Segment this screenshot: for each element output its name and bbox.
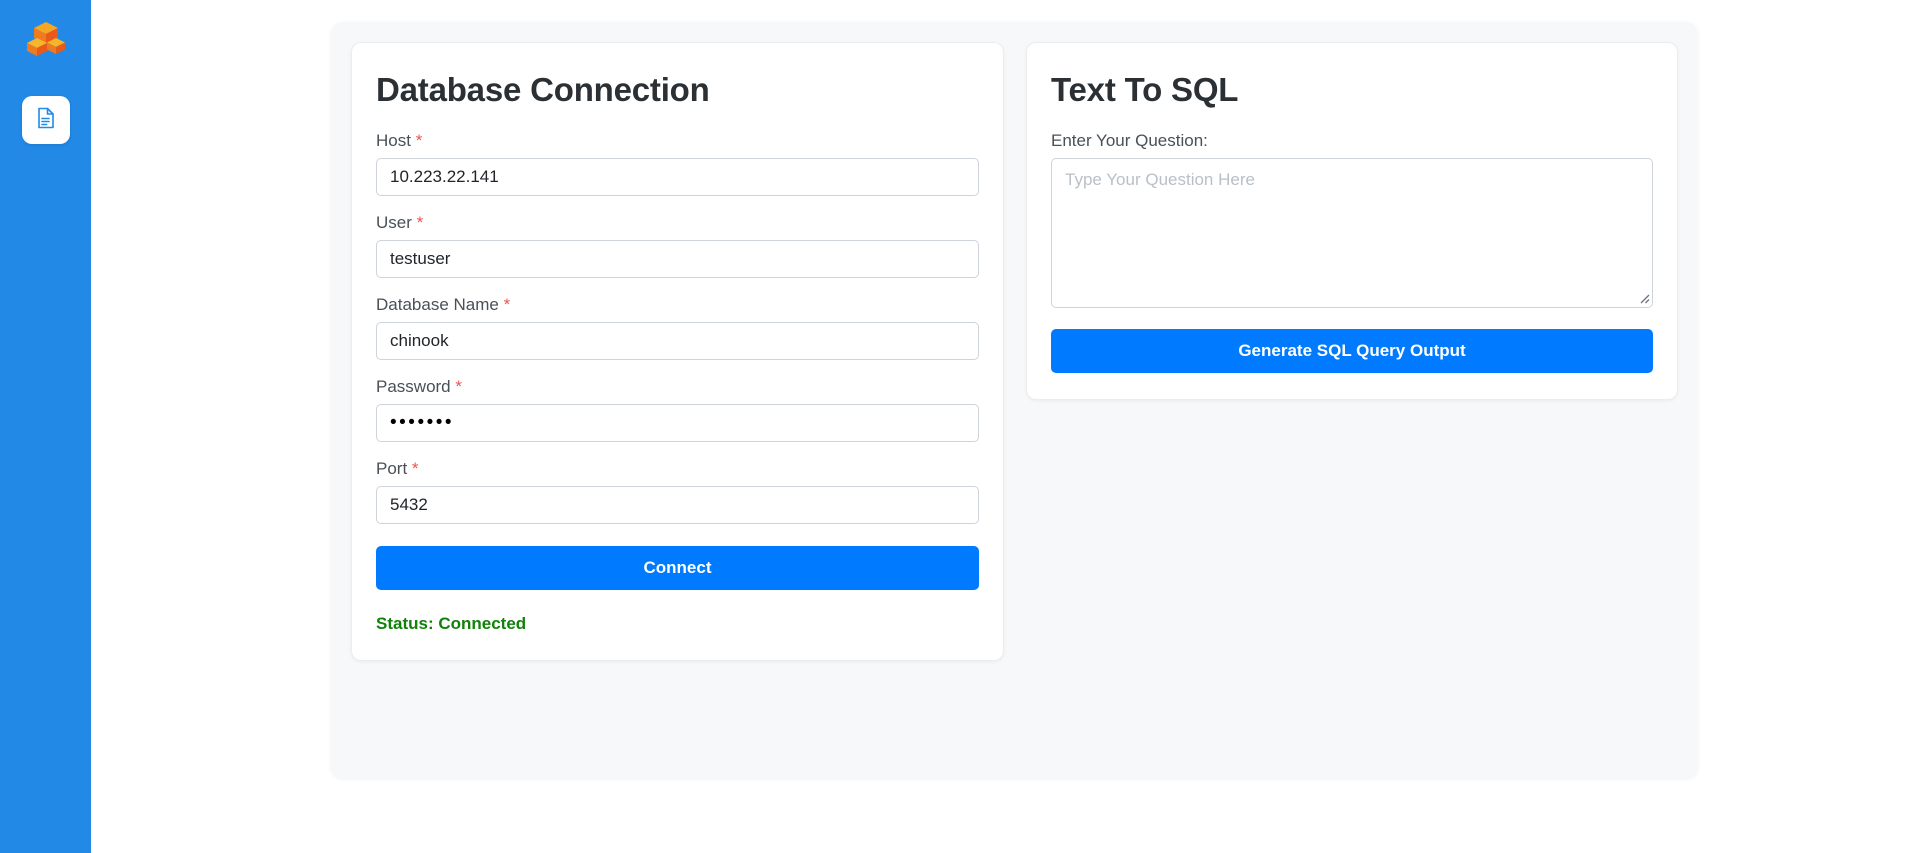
connect-button[interactable]: Connect	[376, 545, 979, 590]
app-root: Database Connection Host * User * Databa…	[0, 0, 1913, 853]
required-asterisk: *	[455, 376, 462, 396]
host-label: Host *	[376, 131, 979, 151]
database-name-label-text: Database Name	[376, 294, 499, 314]
password-label: Password *	[376, 377, 979, 397]
database-name-input[interactable]	[376, 321, 979, 360]
question-textarea[interactable]	[1051, 157, 1653, 308]
generate-sql-query-output-button[interactable]: Generate SQL Query Output	[1051, 328, 1653, 373]
connection-status-text: Status: Connected	[376, 613, 527, 633]
password-input[interactable]	[376, 403, 979, 442]
user-label: User *	[376, 213, 979, 233]
host-label-text: Host	[376, 130, 411, 150]
required-asterisk: *	[416, 212, 424, 232]
port-label: Port *	[376, 459, 979, 479]
required-asterisk: *	[503, 294, 511, 314]
generate-button-wrapper: Generate SQL Query Output	[1051, 328, 1653, 373]
stacked-boxes-logo-icon	[25, 18, 67, 65]
text-to-sql-card: Text To SQL Enter Your Question: Generat…	[1026, 42, 1678, 400]
port-label-text: Port	[376, 458, 408, 478]
sidebar-item-document[interactable]	[21, 96, 70, 144]
document-file-icon	[35, 106, 57, 135]
database-name-label: Database Name *	[376, 295, 979, 315]
password-label-text: Password	[376, 376, 451, 396]
user-label-text: User	[376, 212, 412, 232]
text-to-sql-title: Text To SQL	[1051, 71, 1239, 108]
required-asterisk: *	[411, 458, 419, 478]
user-input[interactable]	[376, 239, 979, 278]
main-content: Database Connection Host * User * Databa…	[91, 0, 1913, 853]
database-connection-card: Database Connection Host * User * Databa…	[351, 42, 1004, 661]
host-input[interactable]	[376, 157, 979, 196]
sidebar	[0, 0, 91, 853]
database-connection-title: Database Connection	[376, 71, 710, 108]
question-label: Enter Your Question:	[1051, 130, 1208, 150]
port-input[interactable]	[376, 485, 979, 524]
panels-container: Database Connection Host * User * Databa…	[331, 22, 1698, 778]
app-logo	[23, 18, 69, 64]
question-input-wrapper	[1051, 157, 1653, 308]
required-asterisk: *	[415, 130, 423, 150]
